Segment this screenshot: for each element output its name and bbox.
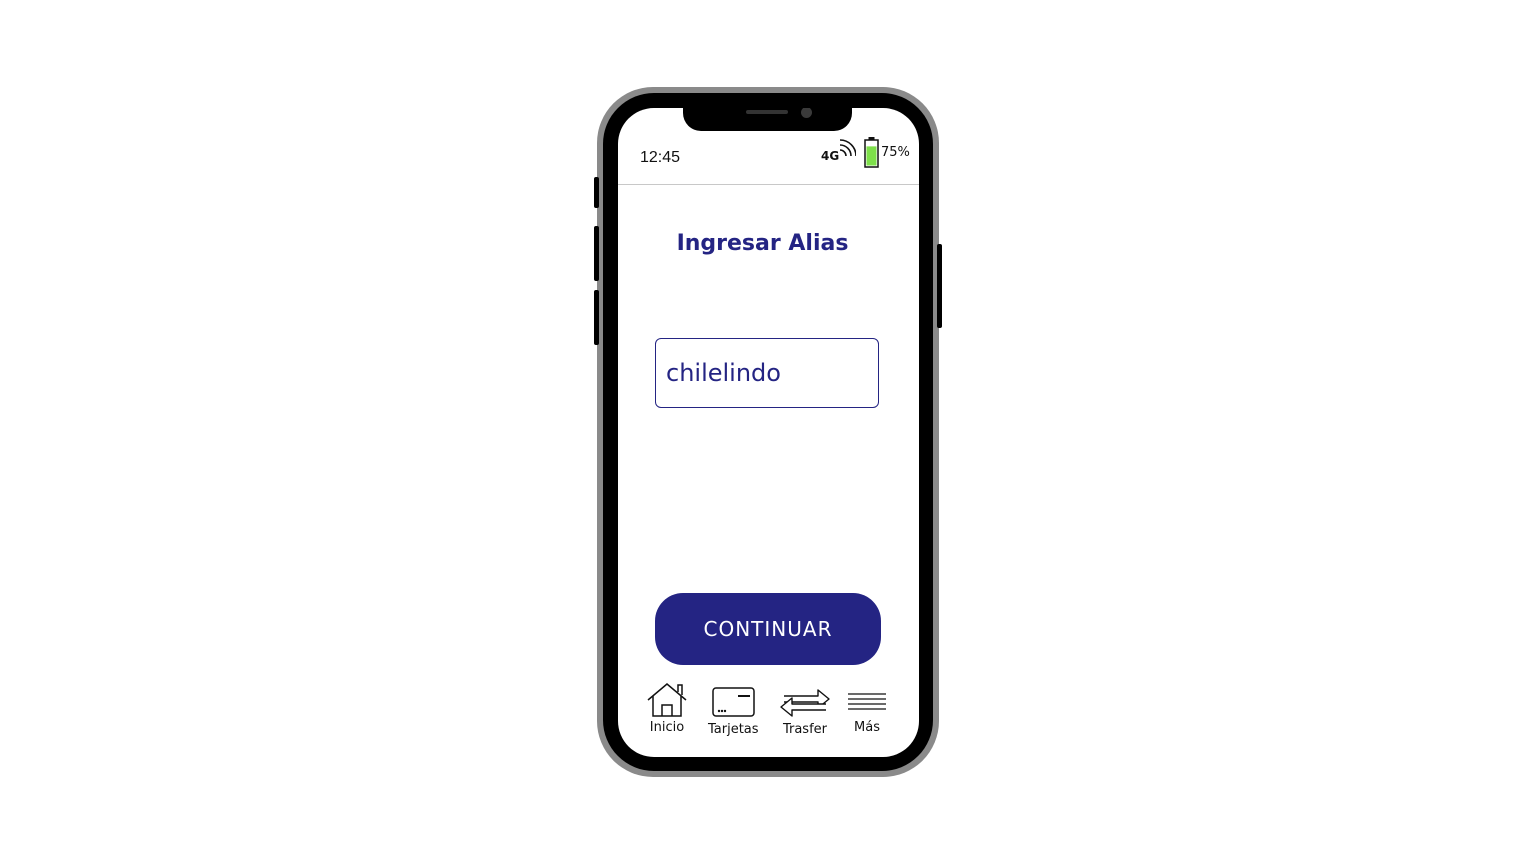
mute-switch: [594, 177, 599, 208]
power-button: [937, 244, 942, 328]
battery-icon: [864, 137, 879, 168]
volume-up-button: [594, 226, 599, 281]
front-camera: [801, 108, 812, 118]
status-time: 12:45: [640, 149, 681, 166]
volume-down-button: [594, 290, 599, 345]
transfer-arrows-icon: [780, 689, 830, 717]
menu-lines-icon: [848, 693, 886, 710]
home-icon: [647, 683, 687, 717]
phone-screen: 12:45 4G 75% Ingresar Alias CONTINUAR: [618, 108, 919, 757]
nav-label-trasfer: Trasfer: [782, 722, 828, 737]
network-type: 4G: [821, 149, 840, 163]
nav-label-mas: Más: [854, 720, 880, 735]
nav-item-trasfer[interactable]: Trasfer: [778, 682, 832, 737]
battery-percent: 75%: [881, 145, 910, 160]
status-divider: [618, 184, 919, 185]
continue-button[interactable]: CONTINUAR: [655, 593, 881, 665]
alias-input[interactable]: [655, 338, 879, 408]
nav-label-inicio: Inicio: [649, 720, 685, 735]
nav-item-mas[interactable]: Más: [846, 682, 888, 735]
nav-item-tarjetas[interactable]: Tarjetas: [708, 682, 759, 737]
speaker: [746, 110, 788, 114]
nav-item-inicio[interactable]: Inicio: [645, 682, 689, 735]
nav-label-tarjetas: Tarjetas: [708, 722, 759, 737]
stage: 12:45 4G 75% Ingresar Alias CONTINUAR: [0, 0, 1537, 864]
notch: [683, 108, 852, 131]
page-title: Ingresar Alias: [676, 231, 849, 256]
signal-icon: [839, 139, 856, 156]
card-icon: [712, 687, 756, 717]
